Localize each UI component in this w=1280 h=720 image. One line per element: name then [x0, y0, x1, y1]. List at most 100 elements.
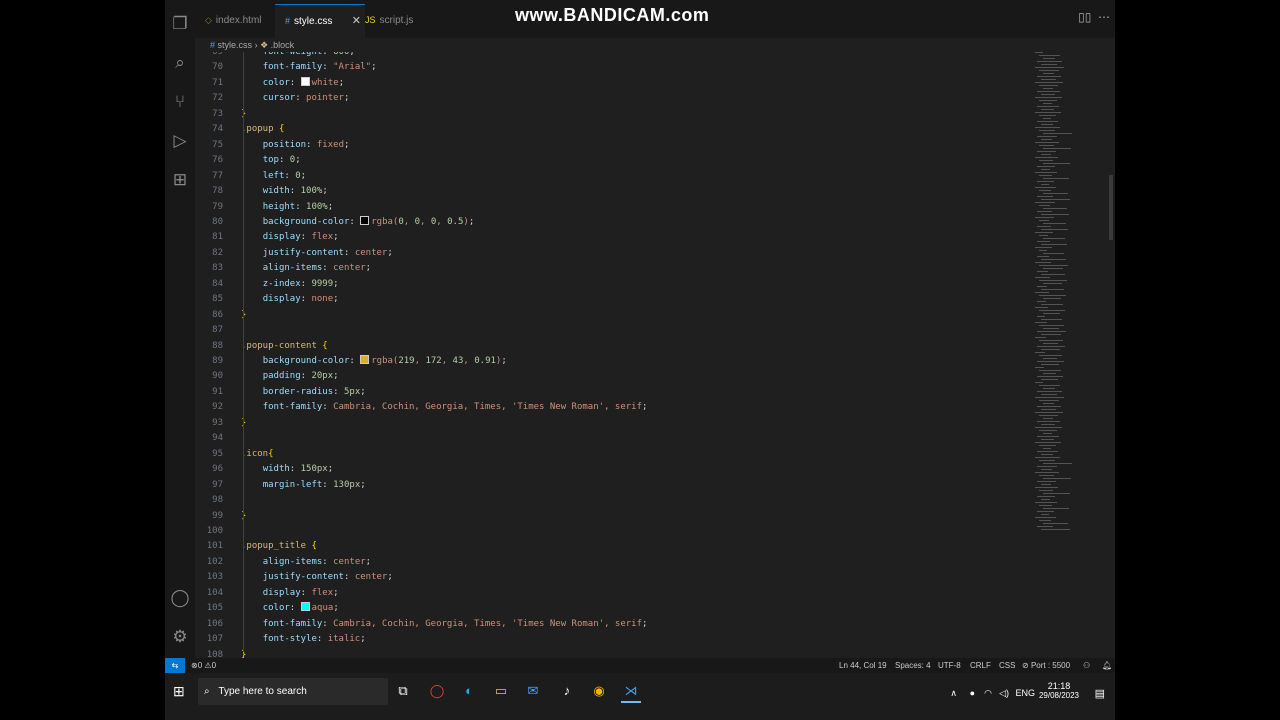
tab-index-html[interactable]: ◇ index.html: [205, 6, 280, 34]
code-line[interactable]: 105 color: aqua;: [195, 601, 1035, 616]
language-indicator[interactable]: ENG: [1015, 688, 1035, 698]
breadcrumb-file[interactable]: style.css: [218, 40, 253, 50]
volume-icon[interactable]: ◁): [999, 688, 1009, 699]
clock[interactable]: 21:18 29/08/2023: [1039, 681, 1079, 700]
chevron-up-icon[interactable]: ∧: [950, 688, 957, 699]
opera-icon[interactable]: ◯: [427, 681, 447, 701]
windows-start-icon[interactable]: ⊞: [173, 683, 189, 699]
breadcrumb-symbol[interactable]: .block: [271, 40, 295, 50]
minimap-line: [1035, 502, 1057, 503]
more-actions-icon[interactable]: ⋯: [1098, 10, 1110, 24]
minimap-line: [1041, 214, 1069, 215]
close-icon[interactable]: ✕: [352, 5, 361, 37]
extensions-icon[interactable]: ⊞: [170, 170, 190, 190]
code-line[interactable]: 91 border-radius: 5px;: [195, 385, 1035, 400]
encoding[interactable]: UTF-8: [938, 658, 961, 673]
line-number: 83: [212, 263, 223, 274]
code-line[interactable]: 81 display: flex;: [195, 230, 1035, 245]
cursor-position[interactable]: Ln 44, Col 19: [839, 658, 887, 673]
network-icon[interactable]: ◠: [984, 688, 992, 699]
tiktok-icon[interactable]: ♪: [557, 681, 577, 701]
code-line[interactable]: 97 margin-left: 130px;: [195, 478, 1035, 493]
line-ending[interactable]: CRLF: [970, 658, 991, 673]
taskbar-search[interactable]: ⌕ Type here to search: [198, 678, 388, 705]
code-line[interactable]: 87: [195, 323, 1035, 338]
code-line[interactable]: 95 .icon{: [195, 447, 1035, 462]
minimap-line: [1043, 268, 1063, 269]
minimap-line: [1039, 250, 1047, 251]
code-line[interactable]: 107 font-style: italic;: [195, 632, 1035, 647]
code-text: .popup {: [241, 124, 285, 135]
code-line[interactable]: 77 left: 0;: [195, 169, 1035, 184]
minimap-line: [1043, 508, 1069, 509]
code-line[interactable]: 99}: [195, 509, 1035, 524]
code-line[interactable]: 78 width: 100%;: [195, 184, 1035, 199]
chrome-icon[interactable]: ◉: [589, 681, 609, 701]
code-line[interactable]: 75 position: fixed;: [195, 138, 1035, 153]
code-line[interactable]: 76 top: 0;: [195, 153, 1035, 168]
code-line[interactable]: 94: [195, 431, 1035, 446]
code-text: background-color: rgba(0, 0, 0, 0.5);: [262, 215, 475, 227]
minimap-line: [1043, 388, 1055, 389]
code-line[interactable]: 101 .popup_title {: [195, 539, 1035, 554]
code-line[interactable]: 69 font-weight: 600;: [195, 52, 1035, 60]
live-server-port[interactable]: ⊘ Port : 5500: [1022, 658, 1070, 673]
code-line[interactable]: 90 padding: 20px;: [195, 369, 1035, 384]
tab-script-js[interactable]: JS script.js: [365, 6, 440, 34]
scrollbar-thumb[interactable]: [1109, 175, 1113, 240]
code-line[interactable]: 83 align-items: center;: [195, 261, 1035, 276]
code-line[interactable]: 89 background-color: rgba(219, 172, 43, …: [195, 354, 1035, 369]
line-number: 90: [212, 371, 223, 382]
line-number: 108: [206, 649, 223, 658]
code-line[interactable]: 71 color: white;: [195, 76, 1035, 91]
code-line[interactable]: 108}: [195, 648, 1035, 658]
code-line[interactable]: 70 font-family: "Arial";: [195, 60, 1035, 75]
code-line[interactable]: 79 height: 100%;: [195, 200, 1035, 215]
explorer-icon[interactable]: ❐: [170, 14, 190, 34]
code-line[interactable]: 88 .popup-content {: [195, 339, 1035, 354]
code-line[interactable]: 96 width: 150px;: [195, 462, 1035, 477]
vscode-icon[interactable]: ⋊: [621, 681, 641, 703]
remote-icon[interactable]: ⇆: [165, 658, 185, 673]
language-mode[interactable]: CSS: [999, 658, 1015, 673]
code-line[interactable]: 104 display: flex;: [195, 586, 1035, 601]
code-line[interactable]: 103 justify-content: center;: [195, 570, 1035, 585]
minimap-line: [1043, 283, 1062, 284]
search-icon[interactable]: ⌕: [170, 53, 190, 73]
file-explorer-icon[interactable]: ▭: [491, 681, 511, 701]
settings-gear-icon[interactable]: ⚙: [170, 627, 190, 647]
tab-style-css[interactable]: # style.css ✕: [275, 4, 365, 39]
code-line[interactable]: 72 cursor: pointer;: [195, 91, 1035, 106]
code-line[interactable]: 93}: [195, 416, 1035, 431]
account-icon[interactable]: ◯: [170, 588, 190, 608]
code-line[interactable]: 106 font-family: Cambria, Cochin, Georgi…: [195, 617, 1035, 632]
task-view-icon[interactable]: ⧉: [393, 681, 413, 701]
edge-icon[interactable]: ◐: [459, 681, 479, 701]
notifications-icon[interactable]: 🔔︎: [1102, 658, 1112, 673]
code-line[interactable]: 102 align-items: center;: [195, 555, 1035, 570]
run-debug-icon[interactable]: ▷: [170, 131, 190, 151]
code-line[interactable]: 85 display: none;: [195, 292, 1035, 307]
code-editor[interactable]: 69 font-weight: 600; 70 font-family: "Ari…: [195, 52, 1035, 658]
code-line[interactable]: 98: [195, 493, 1035, 508]
microphone-icon[interactable]: ●: [970, 688, 975, 698]
indentation[interactable]: Spaces: 4: [895, 658, 931, 673]
code-line[interactable]: 92 font-family: Cambria, Cochin, Georgia…: [195, 400, 1035, 415]
feedback-icon[interactable]: ⚇: [1083, 658, 1090, 673]
code-line[interactable]: 100: [195, 524, 1035, 539]
problems-indicator[interactable]: ⊗0 ⚠0: [191, 658, 216, 673]
code-line[interactable]: 86}: [195, 308, 1035, 323]
action-center-icon[interactable]: ▤: [1095, 687, 1105, 700]
source-control-icon[interactable]: ⑂: [170, 92, 190, 112]
code-line[interactable]: 84 z-index: 9999;: [195, 277, 1035, 292]
code-text: font-style: italic;: [262, 634, 366, 645]
code-line[interactable]: 80 background-color: rgba(0, 0, 0, 0.5);: [195, 215, 1035, 230]
minimap-line: [1035, 397, 1064, 398]
code-line[interactable]: 82 justify-content: center;: [195, 246, 1035, 261]
code-line[interactable]: 73}: [195, 107, 1035, 122]
split-editor-icon[interactable]: ▯▯: [1078, 10, 1091, 24]
code-line[interactable]: 74 .popup {: [195, 122, 1035, 137]
line-number: 107: [206, 634, 223, 645]
minimap[interactable]: [1035, 52, 1105, 542]
mail-icon[interactable]: ✉: [523, 681, 543, 701]
